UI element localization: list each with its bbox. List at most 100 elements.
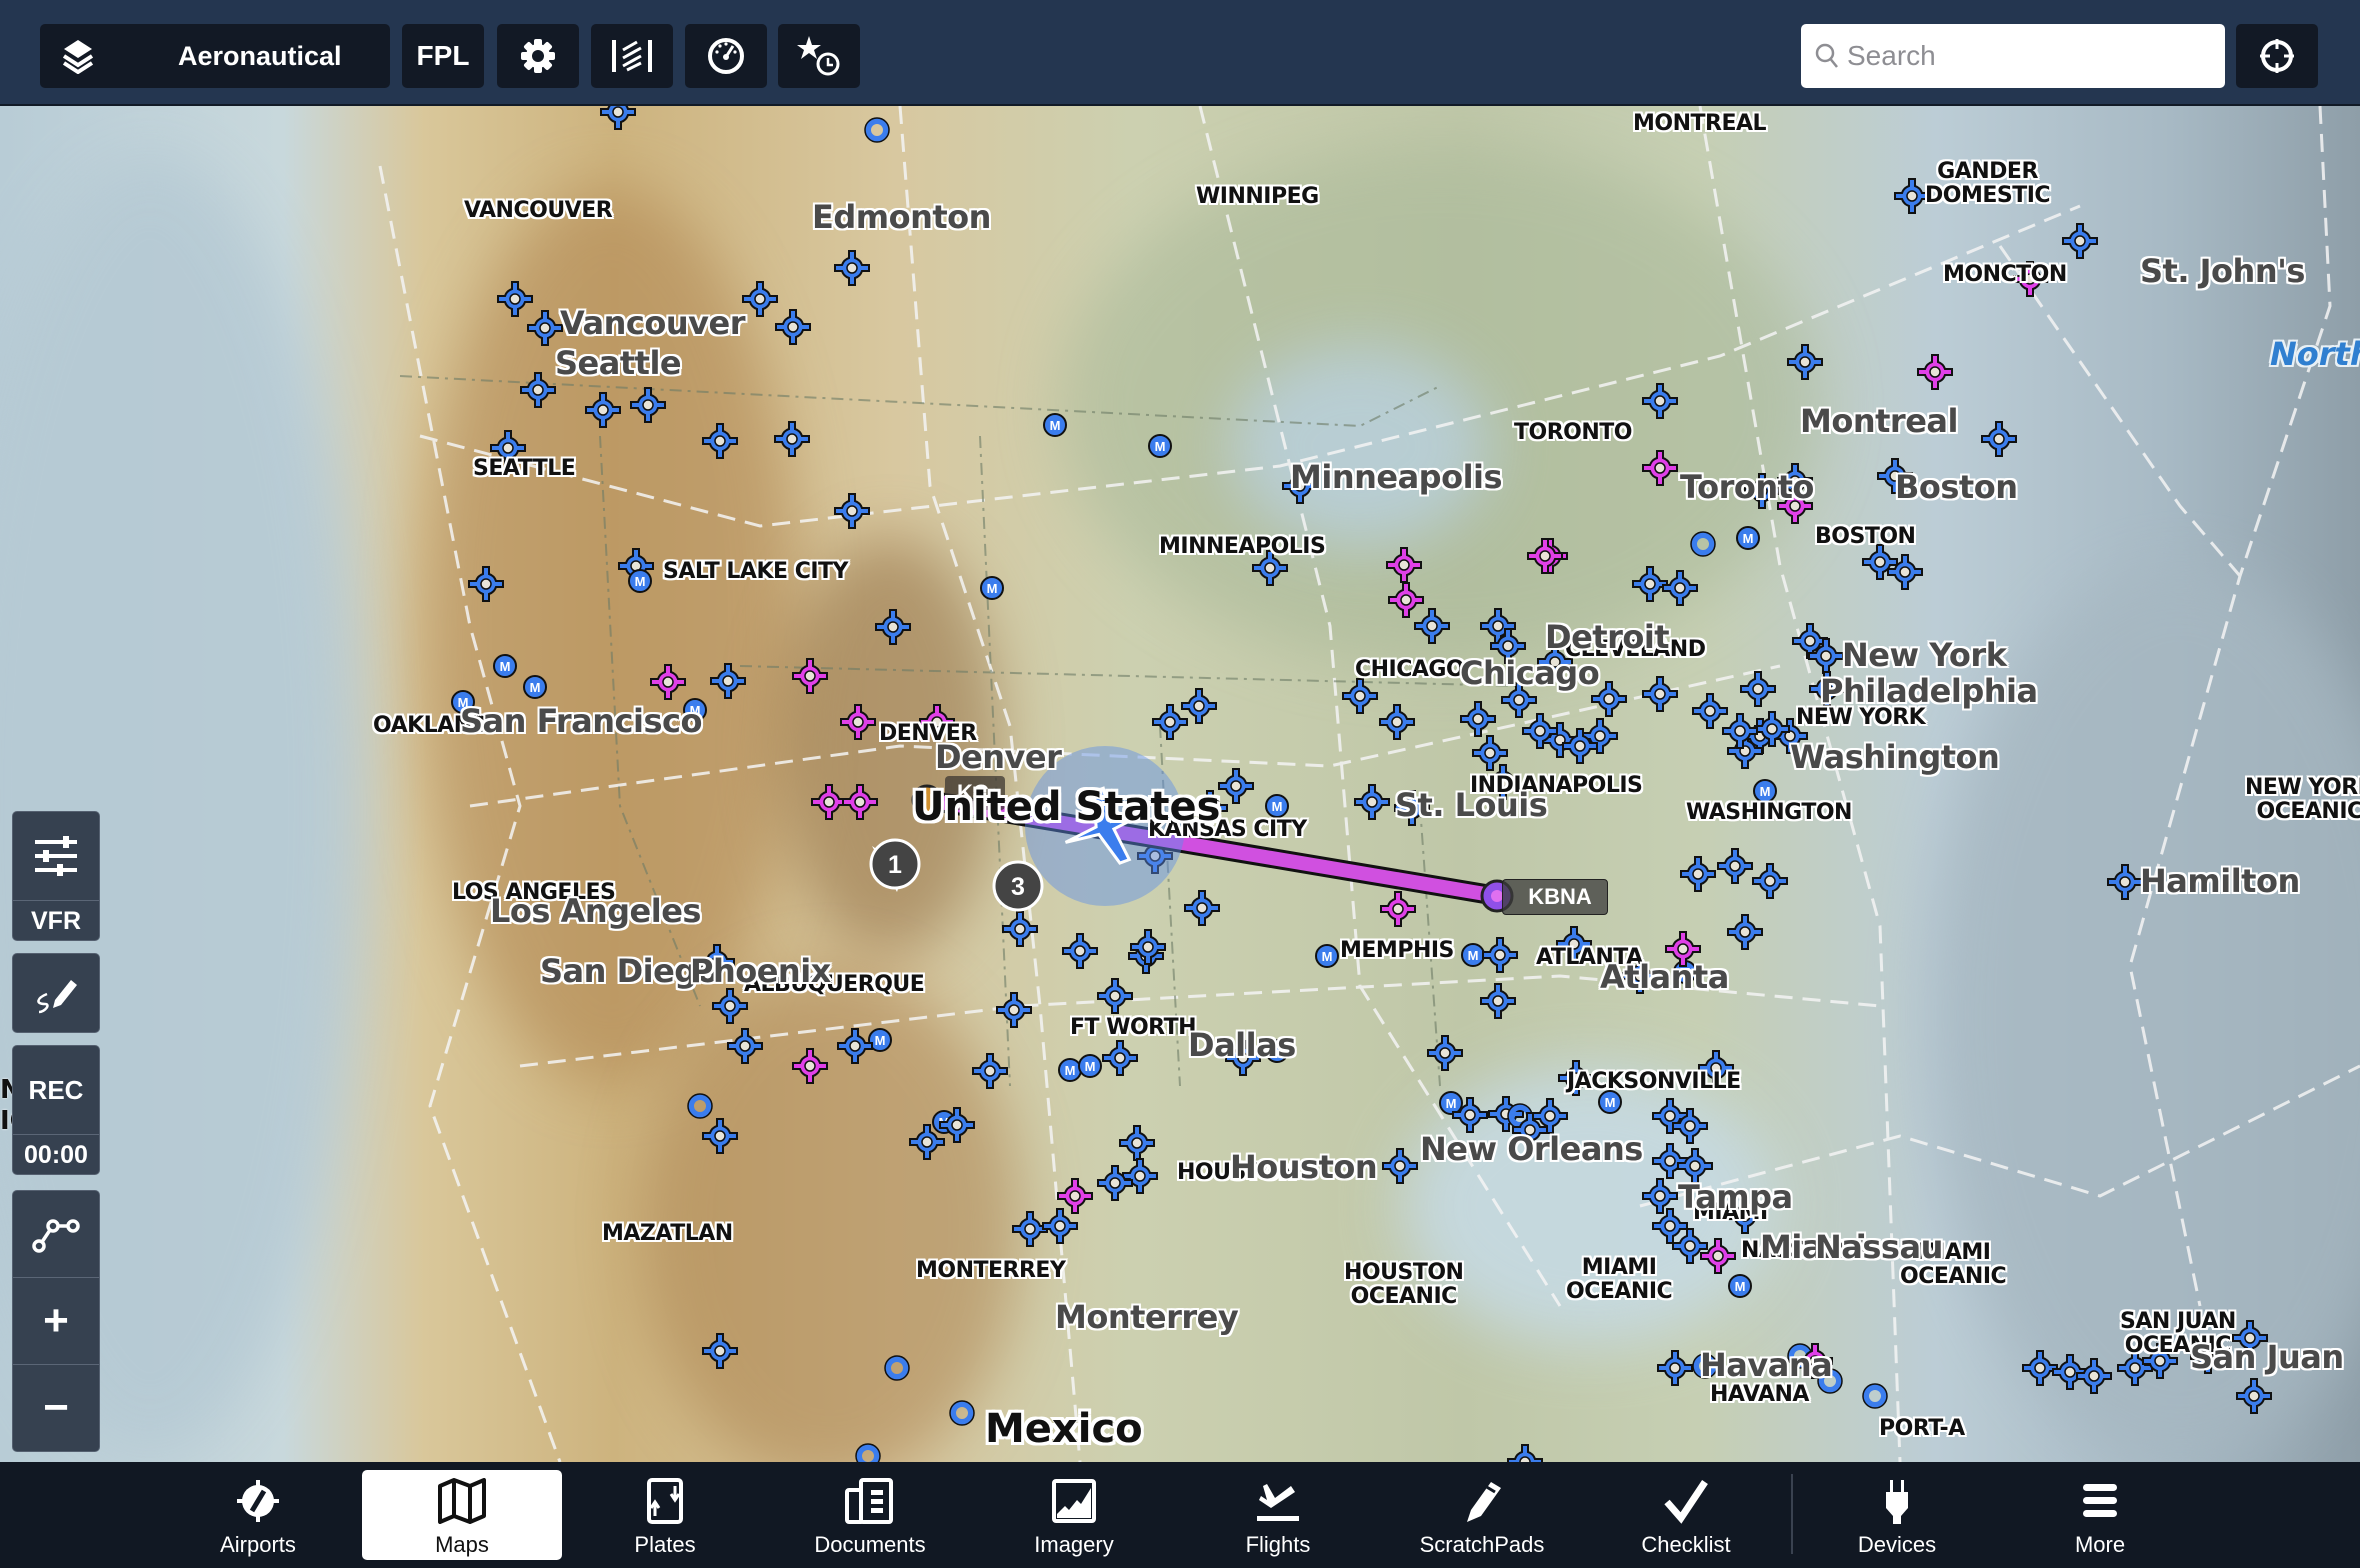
airport-towered-icon — [600, 106, 636, 130]
flight-plan-button[interactable]: FPL — [402, 24, 484, 88]
zoom-in-button[interactable]: + — [13, 1278, 99, 1364]
record-button[interactable]: REC — [13, 1046, 99, 1134]
settings-button[interactable] — [497, 24, 579, 88]
map-settings-button[interactable] — [13, 812, 99, 900]
airport-towered-icon — [1482, 937, 1518, 973]
fir-label: BOSTON — [1815, 524, 1916, 549]
fir-label: CHICAGO — [1355, 657, 1465, 682]
map-settings-control[interactable]: VFR — [12, 811, 100, 941]
tab-plates[interactable]: Plates — [565, 1470, 765, 1560]
airport-towered-icon — [1787, 344, 1823, 380]
airport-towered-icon — [585, 392, 621, 428]
flights-icon — [1257, 1484, 1299, 1521]
track-recorder-control[interactable]: REC 00:00 — [12, 1045, 100, 1175]
fir-label: PORT-A — [1879, 1416, 1965, 1441]
fir-label: TORONTO — [1514, 420, 1632, 445]
locate-crosshair-icon — [2260, 39, 2294, 73]
svg-text:M: M — [500, 659, 511, 674]
svg-text:M: M — [1468, 948, 1479, 963]
city-label: New Orleans — [1420, 1130, 1643, 1168]
tab-devices[interactable]: Devices — [1797, 1470, 1997, 1560]
map-zoom-controls: + − — [12, 1190, 100, 1452]
airport-military-icon: M — [1315, 944, 1339, 968]
fir-label: HOUSTON OCEANIC — [1344, 1260, 1464, 1310]
airport-nontowered-icon — [650, 664, 686, 700]
tab-imagery[interactable]: Imagery — [974, 1470, 1174, 1560]
airport-towered-icon — [1981, 421, 2017, 457]
fir-label: GANDER DOMESTIC — [1925, 159, 2051, 209]
tab-scratchpads[interactable]: ScratchPads — [1382, 1470, 1582, 1560]
airport-military-icon: M — [523, 675, 547, 699]
record-timer: 00:00 — [24, 1141, 88, 1169]
tab-label: Imagery — [1034, 1532, 1114, 1557]
documents-icon — [845, 1478, 893, 1524]
fir-label: MIAMI OCEANIC — [1566, 1255, 1673, 1305]
airport-towered-icon — [775, 309, 811, 345]
airport-towered-icon — [1012, 1211, 1048, 1247]
tab-checklist[interactable]: Checklist — [1586, 1470, 1786, 1560]
airport-nontowered-icon — [1057, 1178, 1093, 1214]
airport-towered-icon — [1652, 1143, 1688, 1179]
instruments-button[interactable] — [685, 24, 767, 88]
tab-label: Plates — [634, 1532, 696, 1557]
airport-military-icon: M — [980, 576, 1004, 600]
airport-military-icon: M — [493, 654, 517, 678]
center-on-ownship-button[interactable] — [2236, 24, 2318, 88]
airport-towered-icon — [1181, 688, 1217, 724]
zoom-out-button[interactable]: − — [13, 1365, 99, 1451]
airport-nontowered-icon — [1527, 538, 1563, 574]
profile-view-icon — [612, 40, 652, 72]
city-label: Havana — [1700, 1346, 1833, 1384]
city-label: St. Louis — [1395, 786, 1548, 824]
airport-towered-icon — [1717, 848, 1753, 884]
favorites-recent-button[interactable] — [778, 24, 860, 88]
fir-label: SEATTLE — [473, 456, 576, 481]
search-icon — [1815, 43, 1838, 68]
aeronautical-map[interactable]: MMMMMMMMMMMMMMMMMMMMMM 1 3 KC KBNA VANCO… — [0, 106, 2360, 1462]
tab-airports[interactable]: Airports — [158, 1470, 358, 1560]
search-field[interactable] — [1801, 24, 2225, 88]
city-label: Edmonton — [812, 198, 991, 236]
svg-text:M: M — [875, 1033, 886, 1048]
city-label: Detroit — [1545, 618, 1670, 656]
chart-type-label[interactable]: VFR — [13, 901, 99, 940]
airport-towered-icon — [1460, 701, 1496, 737]
airport-towered-icon — [1507, 1444, 1543, 1462]
svg-text:M: M — [1155, 439, 1166, 454]
airport-towered-icon — [2236, 1378, 2272, 1414]
fir-label: MONCTON — [1943, 262, 2067, 287]
airport-nontowered-icon — [842, 784, 878, 820]
map-layers-button[interactable]: Aeronautical — [40, 24, 390, 88]
map-layer-label: Aeronautical — [178, 40, 342, 71]
airport-towered-icon — [2022, 1350, 2058, 1386]
tab-maps[interactable]: Maps — [362, 1470, 562, 1560]
airport-towered-icon — [1152, 704, 1188, 740]
tab-documents[interactable]: Documents — [770, 1470, 970, 1560]
svg-text:M: M — [530, 680, 541, 695]
airport-towered-icon — [1119, 1125, 1155, 1161]
svg-text:M: M — [1446, 1096, 1457, 1111]
destination-airport-tag[interactable]: KBNA — [1502, 879, 1608, 915]
draw-button[interactable] — [12, 953, 100, 1033]
tab-label: Devices — [1857, 1532, 1937, 1557]
airport-towered-icon — [520, 372, 556, 408]
city-label: Nassau — [1815, 1228, 1943, 1266]
airport-military-icon: M — [1753, 779, 1777, 803]
search-input[interactable] — [1847, 40, 2207, 72]
route-edit-button[interactable] — [13, 1191, 99, 1277]
airport-towered-icon — [837, 1028, 873, 1064]
airport-towered-icon — [1740, 671, 1776, 707]
tab-flights[interactable]: Flights — [1178, 1470, 1378, 1560]
airport-towered-icon — [1642, 1178, 1678, 1214]
city-label: Philadelphia — [1820, 672, 2038, 710]
city-label: Washington — [1790, 738, 2000, 776]
tab-label: Flights — [1245, 1532, 1311, 1557]
airport-towered-icon — [1680, 856, 1716, 892]
profile-view-button[interactable] — [591, 24, 673, 88]
airport-military-icon: M — [628, 569, 652, 593]
airport-unpaved-icon — [1690, 531, 1716, 557]
fir-label: MINNEAPOLIS — [1159, 534, 1326, 559]
airport-towered-icon — [742, 281, 778, 317]
tab-more[interactable]: More — [2000, 1470, 2200, 1560]
svg-text:M: M — [1050, 418, 1061, 433]
